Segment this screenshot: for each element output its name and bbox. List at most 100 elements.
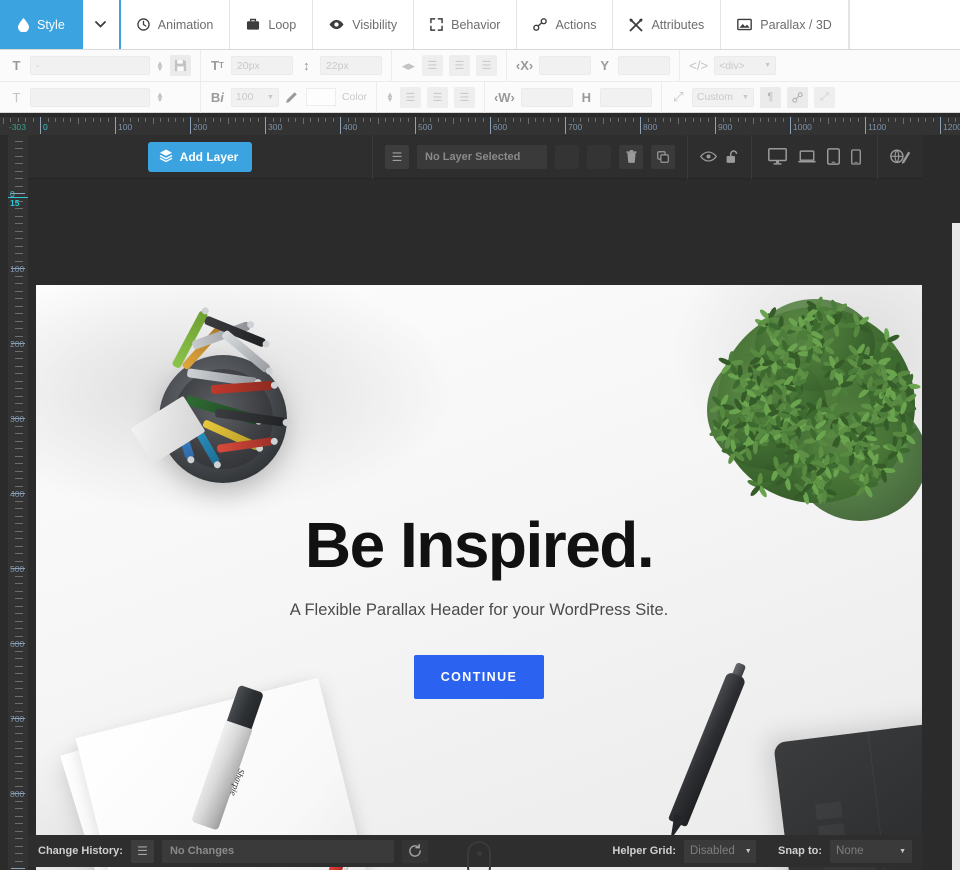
plant-leaf-cluster: [774, 339, 800, 366]
align-right-icon[interactable]: ☰: [475, 55, 497, 76]
text-transform-group: T ▲ ▼: [0, 81, 201, 113]
text-style-icon: T: [12, 58, 21, 73]
chevron-down-icon[interactable]: [83, 0, 121, 49]
hamburger-icon[interactable]: ☰: [385, 144, 409, 169]
mobile-icon[interactable]: [851, 148, 861, 165]
color-swatch[interactable]: [305, 88, 336, 106]
layer-state-section: [688, 134, 752, 179]
fit-content-icon[interactable]: ⤢: [671, 89, 686, 105]
valign-middle-icon[interactable]: ☰: [426, 86, 448, 108]
x-position-field[interactable]: [539, 56, 592, 75]
tab-label: Style: [37, 17, 65, 32]
ruler-tick-label: 0: [43, 122, 48, 132]
tablet-icon[interactable]: [827, 148, 840, 165]
line-height-field[interactable]: 22px: [319, 56, 382, 75]
ruler-tick-label: 500: [418, 122, 433, 132]
ruler-tick-label: 600: [10, 639, 25, 649]
layer-toolbar: Add Layer ☰ No Layer Selected: [28, 134, 922, 179]
text-transform-stepper[interactable]: ▲ ▼: [156, 91, 164, 104]
horizontal-ruler[interactable]: -303 0 100 200 300 400 500 600 700 800 900 1000 110…: [0, 117, 960, 135]
font-size-field[interactable]: 20px: [230, 56, 293, 75]
preset-select[interactable]: Custom ▼: [691, 87, 754, 107]
paragraph-icon[interactable]: ¶: [759, 86, 781, 108]
undo-icon[interactable]: [401, 839, 428, 863]
hamburger-icon[interactable]: ☰: [130, 839, 154, 863]
pencil-icon[interactable]: [285, 90, 300, 104]
add-layer-label: Add Layer: [179, 149, 239, 164]
vertical-ruler[interactable]: 0 100 200 300 400 500 600 700 800 15: [8, 135, 28, 870]
selected-layer-field[interactable]: No Layer Selected: [417, 144, 547, 169]
ruler-tick-label: 1200: [943, 122, 960, 132]
monitor-icon[interactable]: [768, 148, 787, 165]
preset-value: Custom: [696, 91, 734, 103]
canvas-slide[interactable]: Sharpie Be Inspired. A Flexible Parallax…: [36, 285, 922, 870]
add-layer-button[interactable]: Add Layer: [147, 141, 253, 172]
y-position-field[interactable]: [618, 56, 671, 75]
valign-top-icon[interactable]: ☰: [399, 86, 421, 108]
change-history-field[interactable]: No Changes: [161, 839, 394, 863]
valign-bottom-icon[interactable]: ☰: [453, 86, 475, 108]
tab-attributes[interactable]: Attributes: [613, 0, 722, 49]
snap-to-label: Snap to:: [778, 845, 822, 857]
tab-parallax-3d[interactable]: Parallax / 3D: [721, 0, 849, 49]
layers-icon: [159, 149, 173, 165]
image-icon: [737, 18, 753, 31]
tab-loop[interactable]: Loop: [230, 0, 314, 49]
tab-style[interactable]: Style: [0, 0, 83, 49]
unlock-icon[interactable]: [725, 149, 739, 164]
text-transform-field[interactable]: [30, 87, 150, 107]
tab-animation[interactable]: Animation: [121, 0, 231, 49]
html-tag-select[interactable]: <div> ▼: [714, 56, 777, 75]
font-family-field[interactable]: -: [30, 56, 150, 75]
ruler-tick-label: 700: [568, 122, 583, 132]
letter-spacing-icon: ◂▸: [401, 57, 415, 73]
layer-action-slot-2[interactable]: [587, 144, 611, 169]
layer-action-slot-1[interactable]: [555, 144, 579, 169]
ruler-tick-label: 400: [343, 122, 358, 132]
plant-leaf-cluster: [846, 353, 872, 381]
eye-icon[interactable]: [700, 151, 717, 162]
ruler-tick-label: 200: [10, 339, 25, 349]
align-center-icon[interactable]: ☰: [448, 55, 470, 76]
design-canvas[interactable]: Sharpie Be Inspired. A Flexible Parallax…: [36, 285, 922, 870]
plant-leaf-cluster: [844, 429, 871, 456]
html-tag-group: </> <div> ▼: [680, 50, 785, 81]
trash-icon[interactable]: [619, 144, 643, 169]
helper-grid-select[interactable]: Disabled ▼: [684, 839, 756, 863]
helper-grid-label: Helper Grid:: [612, 845, 676, 857]
property-toolbar: T - ▲ ▼ TT 20px ↕ 22px ◂▸ ☰ ☰ ☰ ‹X› Y </>: [0, 50, 960, 113]
opacity-select[interactable]: 100 ▼: [230, 87, 279, 107]
tab-label: Actions: [555, 17, 597, 32]
height-field[interactable]: [599, 87, 652, 107]
plant-leaf-cluster: [804, 295, 831, 323]
ruler-tick-label: 700: [10, 714, 25, 724]
font-family-stepper[interactable]: ▲ ▼: [156, 59, 164, 72]
vertical-scrollbar-track[interactable]: [952, 223, 960, 870]
plant-leaf-cluster: [721, 438, 748, 465]
chain-link-icon[interactable]: [786, 86, 808, 108]
floppy-disk-icon[interactable]: [169, 55, 191, 76]
snap-to-select[interactable]: None ▼: [830, 839, 912, 863]
continue-button[interactable]: CONTINUE: [413, 655, 545, 699]
chevron-down-icon: ▼: [764, 62, 772, 69]
align-left-icon[interactable]: ☰: [421, 55, 443, 76]
copy-icon[interactable]: [651, 144, 675, 169]
plant-leaf-cluster: [753, 402, 780, 429]
editor-tab-bar: Style Animation Loop Visibility Behavior…: [0, 0, 960, 50]
device-preview-section: [752, 134, 878, 179]
width-field[interactable]: [520, 87, 573, 107]
globe-pencil-icon[interactable]: [890, 148, 910, 165]
tab-behavior[interactable]: Behavior: [414, 0, 518, 49]
change-history-label: Change History:: [38, 845, 123, 857]
tab-actions[interactable]: Actions: [517, 0, 614, 49]
global-settings-section: [878, 135, 922, 179]
collapse-icon[interactable]: ⤢: [813, 86, 835, 108]
plant-leaf-cluster: [732, 377, 758, 404]
plant-leaf-cluster: [767, 315, 794, 342]
plant-leaf-cluster: [798, 319, 825, 346]
laptop-icon[interactable]: [798, 149, 816, 164]
tab-visibility[interactable]: Visibility: [313, 0, 415, 49]
chevron-down-icon: ▼: [266, 93, 274, 101]
tab-label: Loop: [268, 17, 297, 32]
tab-bar-filler: [848, 0, 960, 49]
